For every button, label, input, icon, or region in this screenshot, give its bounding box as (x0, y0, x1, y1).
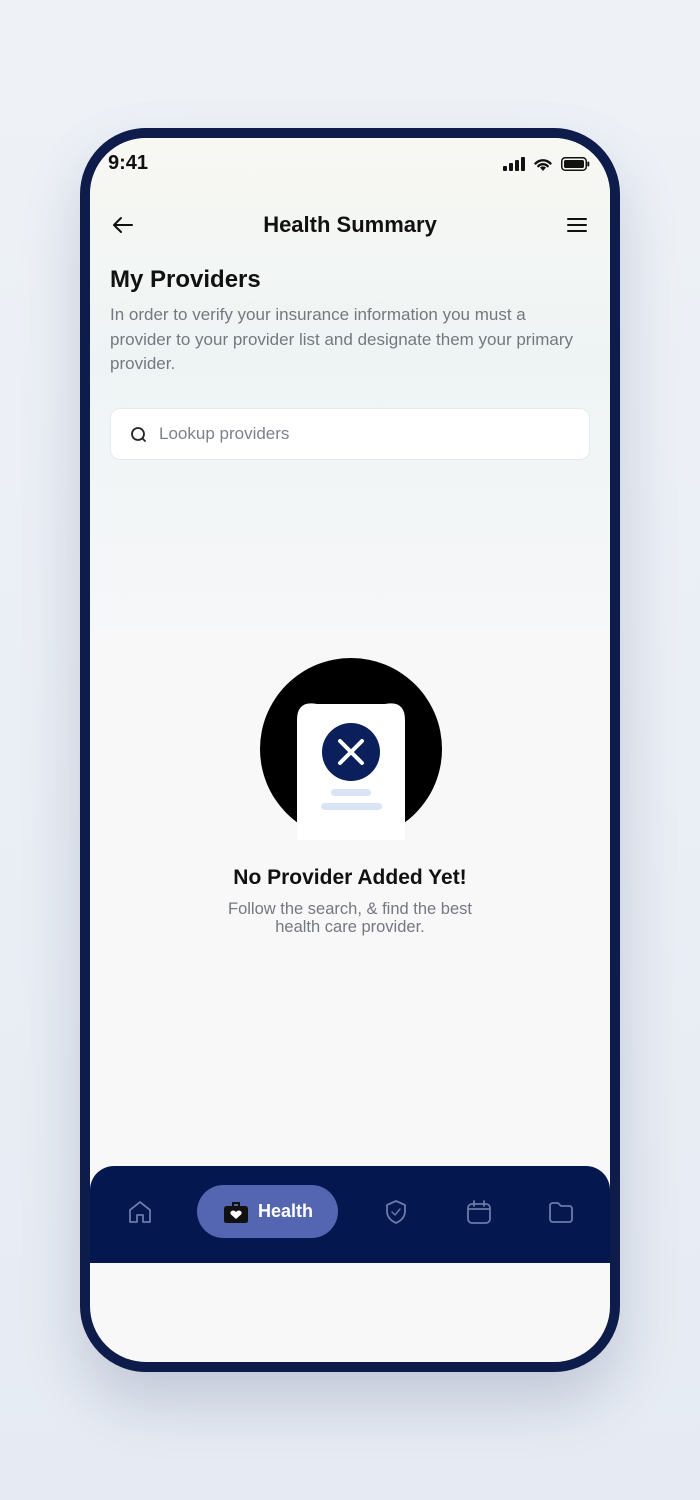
empty-state-title: No Provider Added Yet! (233, 866, 467, 889)
nav-health-tab[interactable]: Health (197, 1185, 338, 1238)
calendar-icon[interactable] (465, 1198, 493, 1226)
app-screen: 9:41 Health Summary My Providers In orde… (90, 138, 610, 1362)
back-arrow-icon[interactable] (110, 212, 136, 238)
empty-state-line-2: health care provider. (275, 918, 425, 936)
section-title: My Providers (110, 266, 261, 293)
section-description: In order to verify your insurance inform… (110, 305, 573, 373)
status-bar: 9:41 (90, 138, 610, 198)
nav-health-label: Health (257, 1201, 313, 1221)
wifi-icon (534, 158, 552, 171)
app-header: Health Summary (90, 200, 610, 252)
shield-icon[interactable] (382, 1198, 410, 1226)
empty-state-line-1: Follow the search, & find the best (228, 900, 472, 918)
phone-frame: 9:41 Health Summary My Providers In orde… (80, 128, 620, 1372)
folder-icon[interactable] (547, 1198, 575, 1226)
hamburger-menu-icon[interactable] (564, 212, 590, 238)
status-time: 9:41 (108, 152, 149, 174)
search-icon (131, 427, 146, 442)
health-bag-icon (223, 1201, 248, 1223)
home-icon[interactable] (126, 1198, 154, 1226)
battery-icon (561, 157, 590, 171)
page-title: Health Summary (263, 212, 437, 237)
search-input[interactable]: Lookup providers (110, 408, 590, 460)
empty-state-description: Follow the search, & find the best healt… (190, 900, 510, 936)
bottom-navigation: Health (90, 1166, 610, 1263)
no-provider-illustration (260, 658, 442, 840)
signal-icon (503, 157, 525, 171)
search-placeholder: Lookup providers (159, 424, 290, 443)
status-icons (503, 156, 590, 172)
